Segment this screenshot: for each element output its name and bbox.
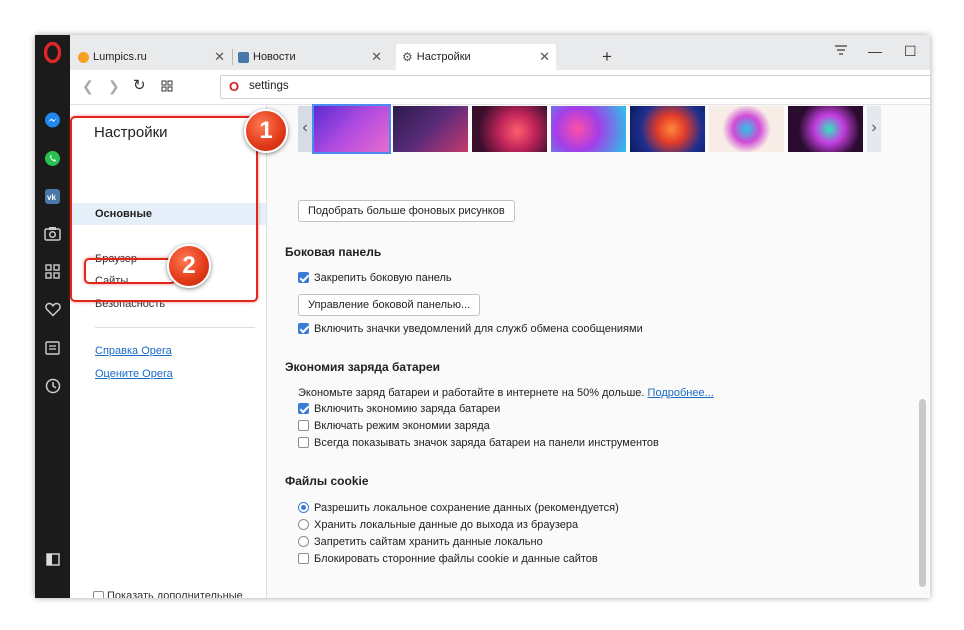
- cookies-block-label: Запретить сайтам хранить данные локально: [314, 536, 543, 548]
- more-backgrounds-button[interactable]: Подобрать больше фоновых рисунков: [298, 200, 515, 222]
- notify-icons-checkbox[interactable]: [298, 323, 309, 334]
- tab-news[interactable]: Новости ✕: [234, 44, 388, 70]
- third-party-cookies-label: Блокировать сторонние файлы cookie и дан…: [314, 553, 598, 565]
- battery-saver-label: Включить экономию заряда батареи: [314, 403, 501, 415]
- history-clock-icon[interactable]: [43, 376, 62, 395]
- lumpics-favicon-icon: [78, 51, 89, 63]
- background-thumb[interactable]: [312, 104, 391, 154]
- tab-settings[interactable]: ⚙ Настройки ✕: [396, 44, 556, 70]
- battery-mode-label: Включать режим экономии заряда: [314, 420, 490, 432]
- settings-main: ‹ › Подобрать больше фоновых рисунков Бо…: [267, 104, 915, 598]
- background-thumb[interactable]: [393, 106, 468, 152]
- battery-icon-label: Всегда показывать значок заряда батареи …: [314, 437, 659, 449]
- sidebar-toggle-icon[interactable]: [43, 550, 62, 569]
- camera-icon[interactable]: [43, 224, 62, 243]
- manage-sidebar-button[interactable]: Управление боковой панелью...: [298, 294, 481, 316]
- forward-button[interactable]: ❯: [108, 78, 120, 95]
- tab-divider: [232, 49, 233, 65]
- scrollbar[interactable]: [915, 105, 930, 598]
- back-button[interactable]: ❮: [82, 78, 94, 95]
- tab-strip: Lumpics.ru ✕ Новости ✕ ⚙ Настройки ✕ + —…: [70, 35, 930, 70]
- annotation-badge-2: 2: [167, 244, 211, 288]
- pin-sidebar-checkbox[interactable]: [298, 272, 309, 283]
- notify-icons-label: Включить значки уведомлений для служб об…: [314, 323, 643, 335]
- reload-button[interactable]: ↻: [133, 76, 146, 94]
- messenger-icon[interactable]: [43, 111, 62, 130]
- third-party-cookies-checkbox[interactable]: [298, 553, 309, 564]
- browser-window: vk Lumpics.ru ✕ Новости ✕ ⚙ Настройки ✕ …: [35, 35, 930, 598]
- battery-description: Экономьте заряд батареи и работайте в ин…: [298, 387, 714, 399]
- opera-badge-icon: O: [229, 79, 240, 94]
- minimize-button[interactable]: —: [868, 43, 882, 59]
- cookies-session-label: Хранить локальные данные до выхода из бр…: [314, 519, 579, 531]
- scrollbar-thumb[interactable]: [919, 399, 926, 587]
- tab-label: Lumpics.ru: [93, 51, 147, 63]
- maximize-button[interactable]: ☐: [904, 43, 917, 60]
- pin-sidebar-label: Закрепить боковую панель: [314, 272, 452, 284]
- background-thumb[interactable]: [788, 106, 863, 152]
- background-thumb[interactable]: [709, 106, 784, 152]
- annotation-highlight-security: [84, 258, 176, 284]
- opera-help-link[interactable]: Справка Opera: [95, 345, 172, 357]
- battery-mode-checkbox[interactable]: [298, 420, 309, 431]
- close-icon[interactable]: ✕: [371, 49, 382, 65]
- cookies-section-heading: Файлы cookie: [285, 474, 369, 488]
- tabs-grid-icon[interactable]: [161, 79, 173, 95]
- battery-description-text: Экономьте заряд батареи и работайте в ин…: [298, 387, 645, 399]
- opera-sidebar: vk: [35, 35, 70, 598]
- vk-favicon-icon: [238, 51, 249, 63]
- tab-label: Настройки: [416, 51, 471, 63]
- gallery-prev-icon[interactable]: ‹: [298, 106, 312, 152]
- address-bar[interactable]: O settings ♡: [220, 75, 930, 99]
- sidebar-section-heading: Боковая панель: [285, 245, 382, 259]
- cookies-session-radio[interactable]: [298, 519, 309, 530]
- battery-more-link[interactable]: Подробнее...: [648, 387, 714, 399]
- url-text: settings: [249, 80, 289, 92]
- tab-menu-icon[interactable]: [834, 43, 848, 59]
- tab-lumpics[interactable]: Lumpics.ru ✕: [74, 44, 231, 70]
- nav-divider: [95, 327, 255, 328]
- gallery-next-icon[interactable]: ›: [867, 106, 881, 152]
- whatsapp-icon[interactable]: [43, 149, 62, 168]
- cookies-block-radio[interactable]: [298, 536, 309, 547]
- background-thumb[interactable]: [551, 106, 626, 152]
- background-thumb[interactable]: [472, 106, 547, 152]
- rate-opera-link[interactable]: Оцените Opera: [95, 368, 173, 380]
- advanced-checkbox[interactable]: [93, 591, 104, 598]
- close-icon[interactable]: ✕: [539, 49, 550, 65]
- battery-saver-checkbox[interactable]: [298, 403, 309, 414]
- navigation-bar: ❮ ❯ ↻ O settings ♡: [70, 70, 930, 105]
- news-icon[interactable]: [43, 338, 62, 357]
- speed-dial-icon[interactable]: [43, 262, 62, 281]
- cookies-allow-label: Разрешить локальное сохранение данных (р…: [314, 502, 619, 514]
- heart-icon[interactable]: [43, 300, 62, 319]
- background-thumb[interactable]: [630, 106, 705, 152]
- vk-icon[interactable]: vk: [43, 187, 62, 206]
- new-tab-button[interactable]: +: [602, 47, 612, 67]
- cookies-allow-radio[interactable]: [298, 502, 309, 513]
- tab-label: Новости: [253, 51, 296, 63]
- battery-icon-checkbox[interactable]: [298, 437, 309, 448]
- close-icon[interactable]: ✕: [214, 49, 225, 65]
- opera-logo-icon[interactable]: [44, 42, 61, 63]
- battery-section-heading: Экономия заряда батареи: [285, 360, 441, 374]
- svg-text:vk: vk: [47, 193, 56, 202]
- annotation-badge-1: 1: [244, 109, 288, 153]
- advanced-label: Показать дополнительные настройки: [107, 590, 243, 598]
- gear-icon: ⚙: [402, 50, 413, 64]
